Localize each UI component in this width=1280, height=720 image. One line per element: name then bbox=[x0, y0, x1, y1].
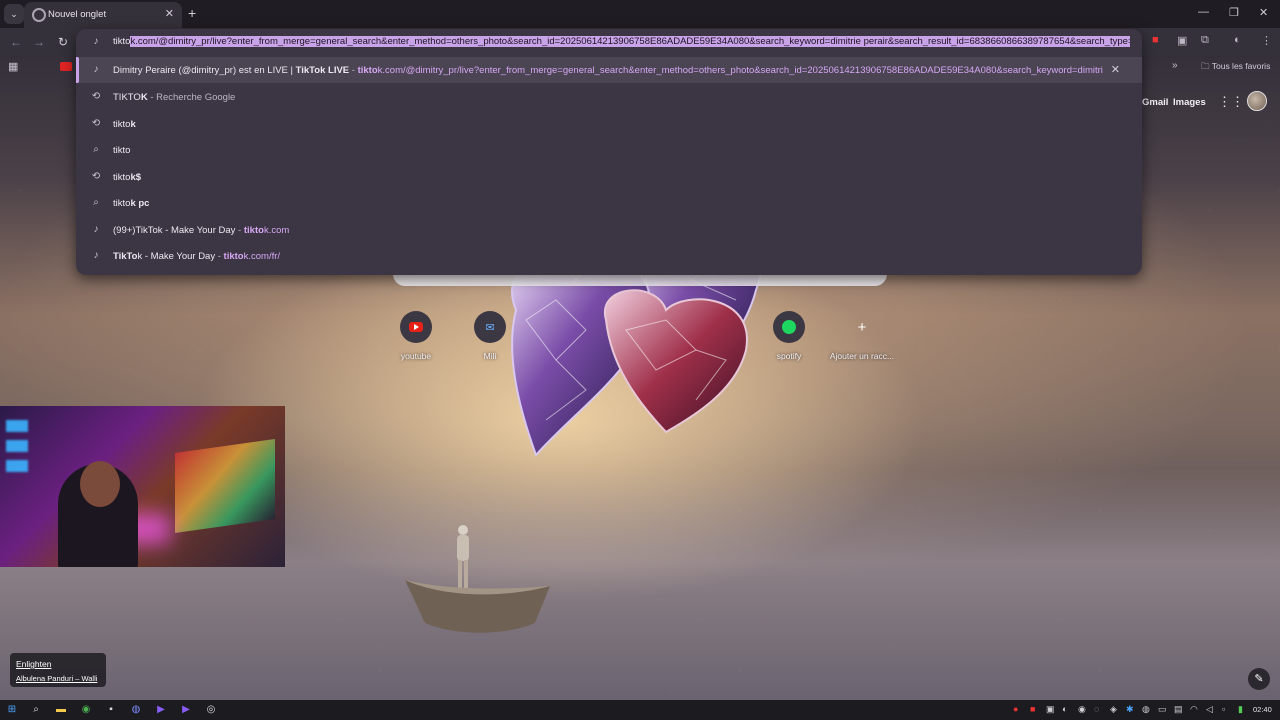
tray-app-icon[interactable]: ▣ bbox=[1046, 704, 1055, 715]
customize-pencil-icon[interactable]: ✎ bbox=[1248, 668, 1270, 690]
shortcut-mili[interactable]: ✉ Mili bbox=[450, 311, 530, 371]
tiktok-icon: ♪ bbox=[93, 250, 99, 261]
folder-icon: 🗀 bbox=[1201, 61, 1210, 71]
mail-icon: ✉ bbox=[485, 321, 495, 334]
volume-icon[interactable]: ◁ bbox=[1206, 704, 1213, 715]
search-icon[interactable]: ⌕ bbox=[29, 703, 43, 717]
search-icon: ⌕ bbox=[93, 197, 99, 208]
now-playing-card[interactable]: Enlighten Albulena Panduri – Walli bbox=[10, 653, 106, 687]
song-title[interactable]: Enlighten bbox=[16, 659, 51, 669]
song-artist[interactable]: Albulena Panduri – Walli bbox=[16, 674, 97, 683]
restore-button[interactable]: ❐ bbox=[1229, 6, 1239, 19]
tab-title: Nouvel onglet bbox=[48, 9, 107, 20]
omnibox-dropdown: ♪ tiktok.com/@dimitry_pr/live?enter_from… bbox=[76, 29, 1142, 275]
google-account-avatar[interactable] bbox=[1247, 91, 1267, 111]
shortcut-add[interactable]: + Ajouter un racc... bbox=[822, 311, 902, 371]
chevron-down-icon: ⌄ bbox=[10, 8, 18, 19]
hexagon-lights bbox=[6, 420, 28, 480]
reload-icon[interactable]: ↻ bbox=[58, 35, 68, 49]
autocomplete-selection: k.com/@dimitry_pr/live?enter_from_merge=… bbox=[130, 36, 1130, 47]
file-explorer-icon[interactable]: ▬ bbox=[54, 703, 68, 717]
stream-app-icon[interactable]: ▶ bbox=[179, 703, 193, 717]
history-icon: ⟲ bbox=[91, 118, 101, 129]
shortcut-label: youtube bbox=[400, 351, 432, 361]
history-icon: ⟲ bbox=[91, 91, 101, 102]
bookmark-youtube-icon[interactable] bbox=[60, 62, 72, 71]
suggestion-item[interactable]: ⟲ tiktok bbox=[76, 111, 1142, 137]
suggestion-item[interactable]: ⟲ TIKTOK - Recherche Google bbox=[76, 84, 1142, 110]
google-search-box[interactable] bbox=[393, 274, 887, 286]
all-bookmarks-button[interactable]: 🗀 Tous les favoris bbox=[1201, 61, 1270, 75]
close-window-button[interactable]: ✕ bbox=[1259, 6, 1268, 19]
tab-close-button[interactable]: ✕ bbox=[165, 7, 174, 20]
battery-icon[interactable]: ▮ bbox=[1238, 704, 1243, 715]
extensions-puzzle-icon[interactable]: ⧉ bbox=[1201, 34, 1209, 47]
minimize-button[interactable]: — bbox=[1198, 6, 1209, 18]
address-bar[interactable]: ♪ tiktok.com/@dimitry_pr/live?enter_from… bbox=[76, 29, 1142, 55]
forward-icon[interactable]: → bbox=[33, 35, 45, 49]
tab-search-button[interactable]: ⌄ bbox=[4, 4, 24, 24]
shortcut-label: Ajouter un racc... bbox=[829, 351, 895, 361]
shortcut-label: Mili bbox=[483, 351, 497, 361]
suggestion-item[interactable]: ⌕ tikto bbox=[76, 137, 1142, 163]
extension-gray-icon[interactable]: ▣ bbox=[1177, 34, 1187, 47]
plus-icon: + bbox=[857, 318, 867, 336]
terminal-icon[interactable]: ▪ bbox=[104, 703, 118, 717]
remove-suggestion-button[interactable]: ✕ bbox=[1111, 63, 1120, 76]
suggestion-item[interactable]: ⌕ tiktok pc bbox=[76, 190, 1142, 216]
steam-icon[interactable]: ◈ bbox=[1110, 704, 1117, 715]
mic-icon[interactable]: ● bbox=[1013, 704, 1018, 714]
network-icon[interactable]: ▤ bbox=[1174, 704, 1183, 715]
suggestion-item[interactable]: ♪ Dimitry Peraire (@dimitry_pr) est en L… bbox=[76, 57, 1142, 83]
media-app-icon[interactable]: ▶ bbox=[154, 703, 168, 717]
usb-icon[interactable]: ▭ bbox=[1158, 704, 1167, 715]
suggestion-item[interactable]: ♪ TikTok - Make Your Day - tiktok.com/fr… bbox=[76, 243, 1142, 269]
suggestion-item[interactable]: ⟲ tiktok$ bbox=[76, 164, 1142, 190]
all-bookmarks-label: Tous les favoris bbox=[1211, 61, 1271, 71]
taskbar: ⊞ ⌕ ▬ ◉ ▪ ◍ ▶ ▶ ◎ ● ■ ▣ ◐ ◉ ◌ ◈ ✱ ◍ ▭ ▤ … bbox=[0, 700, 1280, 720]
tray-app-icon[interactable]: ◉ bbox=[1078, 704, 1086, 715]
menu-kebab-icon[interactable]: ⋮ bbox=[1261, 34, 1272, 47]
streamer-head bbox=[80, 461, 120, 507]
record-icon[interactable]: ■ bbox=[1030, 704, 1035, 714]
gmail-link[interactable]: Gmail bbox=[1142, 97, 1168, 108]
history-icon: ⟲ bbox=[91, 171, 101, 182]
youtube-icon bbox=[409, 322, 423, 332]
webcam-overlay bbox=[0, 406, 285, 567]
wifi-icon[interactable]: ◠ bbox=[1190, 704, 1198, 715]
tab-new-tab[interactable]: Nouvel onglet ✕ bbox=[24, 2, 182, 28]
images-link[interactable]: Images bbox=[1173, 97, 1206, 108]
shortcut-youtube[interactable]: youtube bbox=[376, 311, 456, 371]
tray-app-icon[interactable]: ◐ bbox=[1062, 704, 1067, 714]
back-icon[interactable]: ← bbox=[10, 35, 22, 49]
search-icon: ⌕ bbox=[93, 144, 99, 155]
tray-app-icon[interactable]: ▫ bbox=[1222, 704, 1225, 714]
tray-app-icon[interactable]: ◍ bbox=[1142, 704, 1150, 715]
clock[interactable]: 02:40 bbox=[1253, 705, 1272, 714]
new-tab-button[interactable]: + bbox=[188, 5, 196, 21]
suggestion-item[interactable]: ♪ (99+)TikTok - Make Your Day - tiktok.c… bbox=[76, 217, 1142, 243]
profile-avatar-icon[interactable]: ◐ bbox=[1234, 34, 1241, 46]
bluetooth-icon[interactable]: ✱ bbox=[1126, 704, 1134, 715]
tiktok-icon: ♪ bbox=[93, 36, 99, 47]
monitor-screen bbox=[175, 438, 275, 534]
address-input[interactable]: tiktok.com/@dimitry_pr/live?enter_from_m… bbox=[113, 36, 1130, 47]
tray-app-icon[interactable]: ◌ bbox=[1094, 704, 1099, 714]
chrome-icon bbox=[32, 8, 46, 22]
discord-icon[interactable]: ◍ bbox=[129, 703, 143, 717]
apps-grid-icon[interactable]: ▦ bbox=[8, 60, 18, 73]
shortcut-label: spotify bbox=[776, 351, 802, 361]
extension-red-icon[interactable]: ■ bbox=[1152, 34, 1159, 46]
chrome-taskbar-icon[interactable]: ◉ bbox=[79, 703, 93, 717]
tiktok-icon: ♪ bbox=[93, 64, 99, 75]
tiktok-icon: ♪ bbox=[93, 224, 99, 235]
shortcut-spotify[interactable]: spotify bbox=[749, 311, 829, 371]
spotify-icon bbox=[782, 320, 796, 334]
windows-start-icon[interactable]: ⊞ bbox=[5, 703, 19, 717]
title-bar: ⌄ Nouvel onglet ✕ + — ❐ ✕ bbox=[0, 0, 1280, 28]
bookmarks-more-button[interactable]: » bbox=[1172, 60, 1178, 71]
obs-icon[interactable]: ◎ bbox=[204, 703, 218, 717]
boat-image bbox=[405, 580, 550, 633]
